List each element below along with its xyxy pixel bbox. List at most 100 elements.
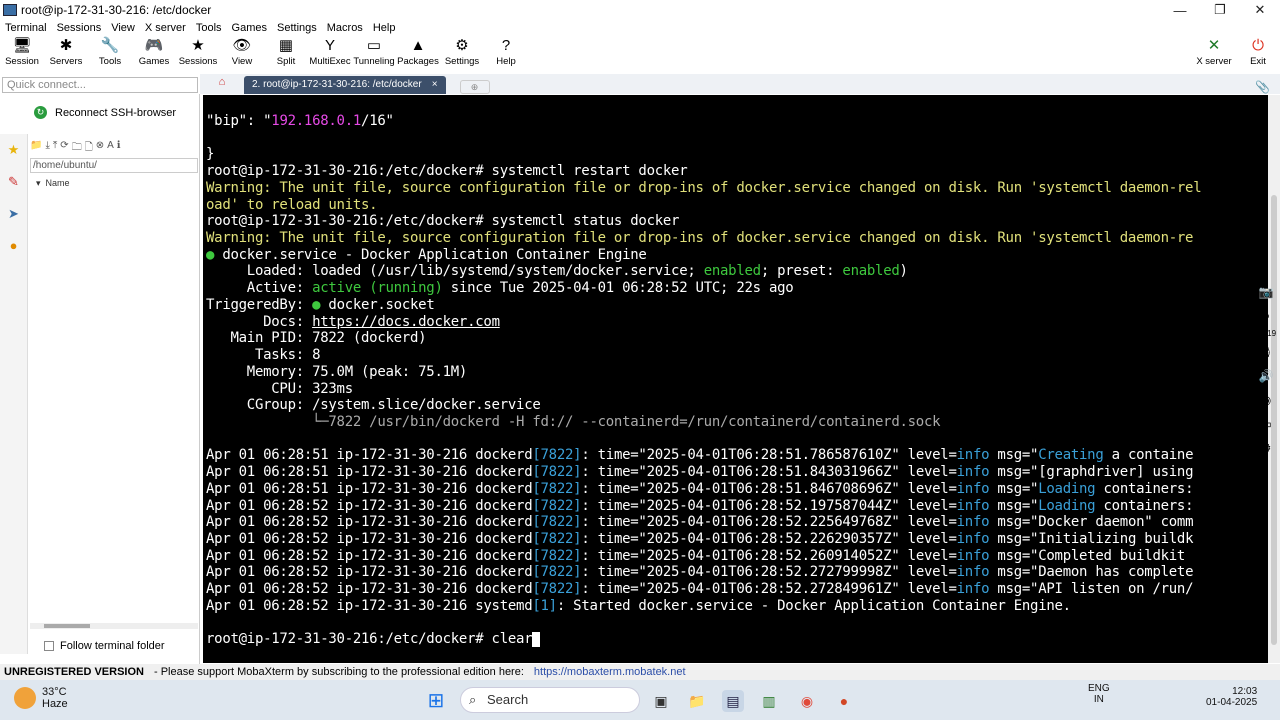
terminal-segment: root@ip-172-31-30-216:/etc/docker# syste… [206,213,680,230]
terminal-line: Apr 01 06:28:52 ip-172-31-30-216 dockerd… [206,531,1268,548]
toolbar-button[interactable]: Y MultiExec [308,36,352,72]
menu-item[interactable]: View [106,20,140,36]
terminal-segment: info [956,514,990,531]
terminal-segment: msg=" [989,447,1039,464]
info-icon[interactable]: ℹ [117,140,121,156]
menu-item[interactable]: Macros [322,20,368,36]
star-icon[interactable]: ★ [0,134,27,166]
toolbar-button[interactable]: ★ Sessions [176,36,220,72]
new-folder-icon[interactable]: 🗀 [72,140,82,156]
packages-icon: ▲ [410,37,426,54]
toolbar-label: Exit [1250,56,1266,67]
tab-label: 2. root@ip-172-31-30-216: /etc/docker [252,79,422,90]
toolbar-button[interactable]: 🖥 Session [0,36,44,72]
horizontal-scrollbar[interactable] [30,623,198,629]
toolbar-button[interactable]: ▲ Packages [396,36,440,72]
toolbar-button[interactable]: 🎮 Games [132,36,176,72]
menu-item[interactable]: X server [140,20,191,36]
toolbar-button[interactable]: ▭ Tunneling [352,36,396,72]
refresh-icon[interactable]: ⟳ [60,140,68,156]
terminal-line: Apr 01 06:28:52 ip-172-31-30-216 dockerd… [206,514,1268,531]
tab-close-icon[interactable]: × [432,76,438,94]
terminal-segment: [7822] [532,464,582,481]
toolbar-label: X server [1196,56,1232,67]
delete-icon[interactable]: ⊗ [96,140,104,156]
terminal-taskbar-icon[interactable]: ▥ [758,690,780,712]
file-explorer-icon[interactable]: 📁 [686,690,708,712]
terminal-segment: msg="Initializing buildk [989,530,1194,547]
webcam-icon[interactable]: ◉ [1256,388,1276,412]
windows-start-icon[interactable]: ⊞ [425,690,447,712]
mobaxterm-taskbar-icon[interactable]: ▤ [722,690,744,712]
gear-icon[interactable]: ⚙ [1256,436,1276,460]
toolbar-button[interactable]: ⏻ Exit [1236,36,1280,72]
settings-icon: ⚙ [455,37,469,54]
menu-item[interactable]: Games [227,20,272,36]
menu-item[interactable]: Terminal [0,20,52,36]
close-button[interactable]: ✕ [1240,2,1280,18]
rename-icon[interactable]: A [107,140,114,156]
toolbar-button[interactable]: 🔧 Tools [88,36,132,72]
toolbar-button[interactable]: ? Help [484,36,528,72]
menu-item[interactable]: Settings [272,20,322,36]
terminal-segment: docker.socket [320,296,435,313]
new-tab-button[interactable]: ⊕ [459,80,490,94]
follow-terminal-folder-checkbox[interactable]: Follow terminal folder [44,640,165,652]
terminal-line: Main PID: 7822 (dockerd) [206,330,1268,347]
tools-icon[interactable]: ✎ [0,166,27,198]
reconnect-ssh-browser[interactable]: ↻ Reconnect SSH-browser [34,106,176,119]
help-icon: ? [501,37,511,54]
terminal-segment: Memory: 75.0M (peak: 75.1M) [206,363,468,380]
menu-item[interactable]: Tools [191,20,227,36]
sftp-icon[interactable]: ● [0,230,27,262]
menu-item[interactable]: Sessions [52,20,107,36]
mobaxterm-link[interactable]: https://mobaxterm.mobatek.net [534,664,686,680]
weather-widget[interactable]: 33°C Haze [14,686,68,710]
terminal-segment: Loading [1038,497,1096,514]
xserver-icon: ✕ [1207,37,1221,54]
download-icon[interactable]: ⤓ [45,140,49,156]
terminal-segment: info [956,464,990,481]
microphone-icon[interactable]: 🎙 [1256,340,1276,364]
clock[interactable]: 12:03 01-04-2025 [1206,686,1257,708]
terminal-line: Warning: The unit file, source configura… [206,230,1268,247]
maximize-button[interactable]: ❐ [1200,2,1240,18]
terminal-segment: Apr 01 06:28:52 ip-172-31-30-216 dockerd [206,497,533,514]
terminal-segment: [7822] [532,497,582,514]
record-icon[interactable]: ⏺ [1256,304,1276,328]
terminal-segment: msg="Completed buildkit [989,547,1194,564]
send-icon[interactable]: ➤ [0,198,27,230]
task-view-icon[interactable]: ▣ [650,690,672,712]
toolbar-button[interactable]: ▦ Split [264,36,308,72]
minimize-button[interactable]: — [1160,3,1200,18]
reconnect-label: Reconnect SSH-browser [55,106,177,119]
camera-icon[interactable]: 📷 [1256,280,1276,304]
column-header-name[interactable]: ▾ Name [36,178,70,189]
system-tray[interactable]: ENG IN [1088,683,1110,705]
home-tab-icon[interactable]: ⌂ [200,76,244,94]
toolbar-button[interactable]: ⚙ Settings [440,36,484,72]
terminal-line: root@ip-172-31-30-216:/etc/docker# clear [206,631,1268,648]
paperclip-icon[interactable]: 📎 [1255,80,1270,94]
terminal-line: Apr 01 06:28:52 ip-172-31-30-216 dockerd… [206,581,1268,598]
path-field[interactable]: /home/ubuntu/ [30,158,198,173]
toolbar-button[interactable]: ✱ Servers [44,36,88,72]
terminal-output[interactable]: "bip": "192.168.0.1/16"} root@ip-172-31-3… [203,95,1268,663]
checkbox-icon[interactable] [44,641,54,651]
new-file-icon[interactable]: 🗋 [85,140,93,156]
split-icon: ▦ [278,37,294,54]
menu-item[interactable]: Help [368,20,401,36]
taskbar-search[interactable]: ⌕ Search [460,687,640,713]
tab-terminal[interactable]: 2. root@ip-172-31-30-216: /etc/docker × [244,76,446,94]
terminal-line: "bip": "192.168.0.1/16" [206,113,1268,130]
window-icon[interactable]: ▭ [1256,412,1276,436]
quick-connect-input[interactable]: Quick connect... [2,77,198,93]
terminal-segment: └─7822 /usr/bin/dockerd -H fd:// --conta… [206,413,941,430]
toolbar-button[interactable]: 👁 View [220,36,264,72]
powerpoint-icon[interactable]: ● [833,690,855,712]
chrome-icon[interactable]: ◉ [796,690,818,712]
speaker-icon[interactable]: 🔊 [1256,364,1276,388]
folder-icon[interactable]: 📁 [30,140,42,156]
toolbar-button[interactable]: ✕ X server [1192,36,1236,72]
upload-icon[interactable]: ⤒ [53,140,57,156]
